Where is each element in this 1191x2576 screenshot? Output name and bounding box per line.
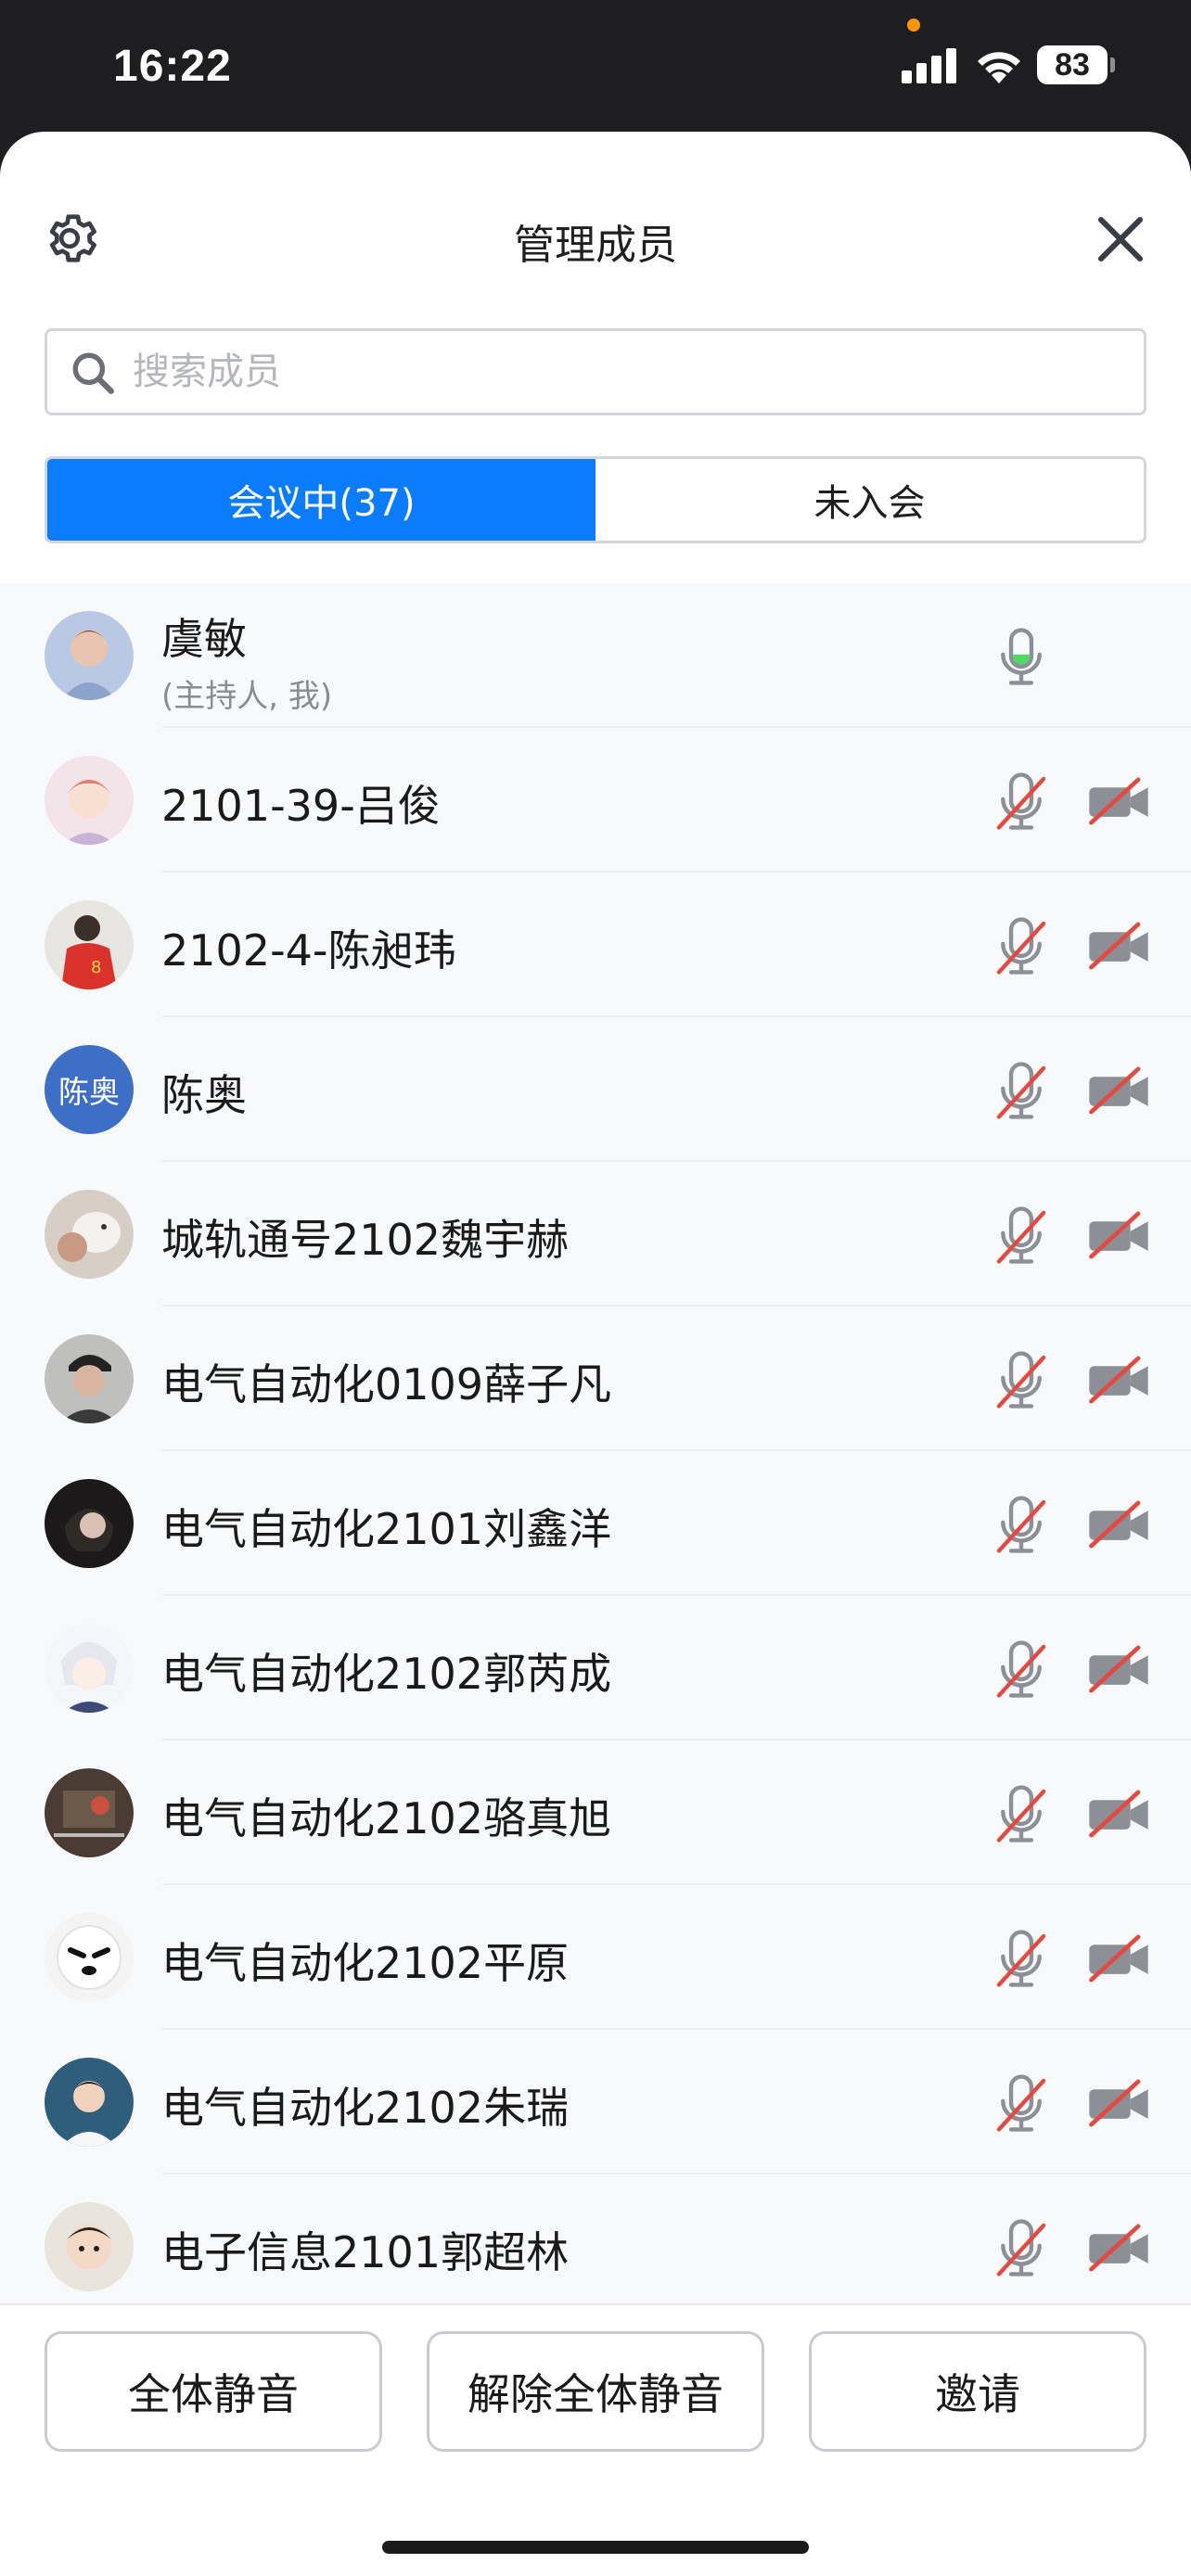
battery-tip: [1110, 57, 1115, 72]
member-role: (主持人, 我): [161, 678, 333, 715]
status-bar: 16:22 83: [0, 0, 1191, 139]
camera-off-icon[interactable]: [1083, 1058, 1154, 1123]
avatar: [45, 1913, 134, 2002]
camera-off-icon[interactable]: [1083, 1492, 1154, 1557]
search-box[interactable]: [45, 328, 1146, 415]
member-name: 2101-39-吕俊: [161, 781, 441, 831]
search-icon: [72, 352, 114, 394]
member-tabs: 会议中(37) 未入会: [45, 456, 1146, 543]
member-name: 电气自动化0109薛子凡: [161, 1359, 612, 1409]
camera-off-icon[interactable]: [1083, 1637, 1154, 1702]
status-time: 16:22: [113, 42, 232, 91]
member-name: 城轨通号2102魏宇赫: [161, 1215, 570, 1265]
battery-icon: 83: [1037, 45, 1108, 84]
mic-muted-icon[interactable]: [989, 2071, 1054, 2136]
member-name: 陈奥: [161, 1070, 247, 1120]
member-row[interactable]: 电气自动化2102平原: [0, 1885, 1191, 2030]
member-row[interactable]: 电气自动化2102骆真旭: [0, 1741, 1191, 1885]
avatar: [45, 1334, 134, 1423]
search-input[interactable]: [133, 331, 1134, 413]
member-name: 电气自动化2101刘鑫洋: [161, 1504, 612, 1554]
member-name: 2102-4-陈昶玮: [161, 925, 456, 976]
member-name: 虞敏: [161, 614, 247, 664]
cellular-signal-icon: [902, 46, 957, 83]
home-indicator: [382, 2541, 809, 2554]
member-name: 电气自动化2102郭芮成: [161, 1649, 612, 1699]
member-name: 电气自动化2102骆真旭: [161, 1793, 612, 1843]
camera-off-icon[interactable]: [1083, 913, 1154, 978]
camera-off-icon[interactable]: [1083, 2071, 1154, 2136]
tab-in-meeting[interactable]: 会议中(37): [47, 459, 596, 541]
camera-off-icon[interactable]: [1083, 769, 1154, 834]
tab-not-joined[interactable]: 未入会: [596, 459, 1144, 541]
mute-all-button[interactable]: 全体静音: [45, 2331, 382, 2452]
page-title: 管理成员: [514, 222, 677, 269]
unmute-all-button[interactable]: 解除全体静音: [427, 2331, 764, 2452]
mic-muted-icon[interactable]: [989, 1492, 1054, 1557]
member-name: 电气自动化2102朱瑞: [161, 2083, 570, 2133]
privacy-indicator-dot: [907, 19, 920, 32]
mic-muted-icon[interactable]: [989, 2215, 1054, 2280]
member-row[interactable]: 陈奥 陈奥: [0, 1017, 1191, 1162]
camera-off-icon[interactable]: [1083, 1781, 1154, 1846]
camera-off-icon[interactable]: [1083, 1347, 1154, 1412]
member-row[interactable]: 电子信息2101郭超林: [0, 2174, 1191, 2303]
close-icon[interactable]: [1095, 213, 1146, 265]
camera-off-icon[interactable]: [1083, 2215, 1154, 2280]
member-row[interactable]: 电气自动化2102朱瑞: [0, 2030, 1191, 2174]
avatar: [45, 1624, 134, 1713]
avatar: [45, 2058, 134, 2147]
mic-muted-icon[interactable]: [989, 1347, 1054, 1412]
mic-on-icon[interactable]: [989, 624, 1054, 689]
mic-muted-icon[interactable]: [989, 1781, 1054, 1846]
mic-muted-icon[interactable]: [989, 913, 1054, 978]
avatar: [45, 1479, 134, 1568]
manage-members-sheet: 管理成员 会议中(37) 未入会 虞敏 (主持人, 我): [0, 132, 1191, 2576]
wifi-icon: [978, 52, 1020, 83]
mic-muted-icon[interactable]: [989, 1637, 1054, 1702]
avatar: [45, 756, 134, 845]
member-row[interactable]: 电气自动化0109薛子凡: [0, 1307, 1191, 1451]
member-name: 电子信息2101郭超林: [161, 2227, 570, 2277]
camera-off-icon[interactable]: [1083, 1926, 1154, 1991]
mic-muted-icon[interactable]: [989, 1203, 1054, 1268]
mic-muted-icon[interactable]: [989, 769, 1054, 834]
mic-muted-icon[interactable]: [989, 1926, 1054, 1991]
avatar: [45, 2202, 134, 2291]
member-list[interactable]: 虞敏 (主持人, 我) 2101-39-吕俊 8 2102-4-陈昶玮 陈奥 陈…: [0, 583, 1191, 2303]
svg-text:8: 8: [91, 958, 101, 977]
avatar: [45, 611, 134, 700]
member-row[interactable]: 2101-39-吕俊: [0, 728, 1191, 873]
mic-muted-icon[interactable]: [989, 1058, 1054, 1123]
avatar: [45, 1190, 134, 1279]
member-row[interactable]: 电气自动化2102郭芮成: [0, 1596, 1191, 1741]
member-name: 电气自动化2102平原: [161, 1938, 570, 1988]
member-row[interactable]: 电气自动化2101刘鑫洋: [0, 1451, 1191, 1596]
camera-off-icon[interactable]: [1083, 1203, 1154, 1268]
invite-button[interactable]: 邀请: [809, 2331, 1146, 2452]
member-row[interactable]: 8 2102-4-陈昶玮: [0, 873, 1191, 1017]
member-row[interactable]: 虞敏 (主持人, 我): [0, 583, 1191, 728]
member-row[interactable]: 城轨通号2102魏宇赫: [0, 1162, 1191, 1307]
avatar: 8: [45, 900, 134, 989]
avatar: [45, 1768, 134, 1857]
sheet-header: 管理成员: [0, 132, 1191, 345]
avatar: 陈奥: [45, 1045, 134, 1134]
